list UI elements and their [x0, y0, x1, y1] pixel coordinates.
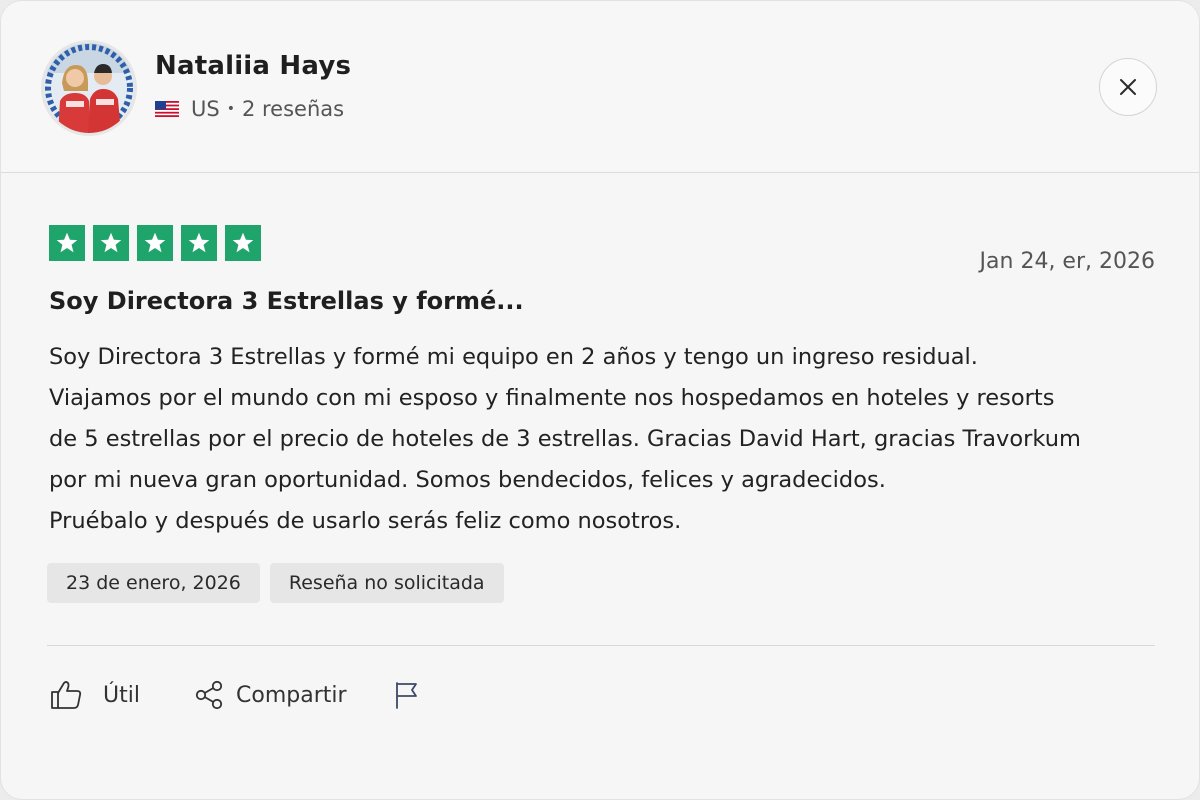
flag-icon [396, 682, 417, 709]
reviewer-meta: US • 2 reseñas [155, 97, 344, 121]
reviewer-name[interactable]: Nataliia Hays [155, 51, 351, 81]
share-button[interactable]: Compartir [194, 673, 347, 717]
experience-date-chip: 23 de enero, 2026 [47, 563, 260, 603]
share-icon [195, 680, 223, 710]
review-chips: 23 de enero, 2026 Reseña no solicitada [47, 563, 514, 603]
unprompted-review-badge: Reseña no solicitada [269, 563, 504, 603]
useful-button[interactable]: Útil [49, 673, 140, 717]
share-label: Compartir [236, 682, 347, 708]
review-body-line: Pruébalo y después de usarlo serás feliz… [49, 508, 682, 534]
useful-label: Útil [103, 682, 140, 708]
reviewer-avatar[interactable] [41, 40, 137, 136]
review-body: Soy Directora 3 Estrellas y formé mi equ… [49, 337, 1189, 542]
star-icon [49, 225, 85, 261]
review-date: Jan 24, er, 2026 [979, 249, 1155, 274]
us-flag-icon [155, 101, 179, 117]
report-button[interactable] [394, 673, 420, 717]
close-button[interactable] [1099, 58, 1157, 116]
reviewer-header: Nataliia Hays US • 2 reseñas [1, 1, 1199, 173]
divider [47, 645, 1155, 646]
thumbs-up-icon [51, 681, 82, 709]
star-icon [93, 225, 129, 261]
reviewer-review-count: 2 reseñas [241, 97, 345, 121]
reviewer-photo [44, 43, 134, 133]
meta-separator: • [226, 101, 235, 117]
reviewer-country: US [191, 97, 220, 121]
star-icon [181, 225, 217, 261]
close-icon [1120, 79, 1136, 95]
review-body-line: por mi nueva gran oportunidad. Somos ben… [49, 467, 886, 493]
review-body-line: de 5 estrellas por el precio de hoteles … [49, 426, 1081, 452]
star-icon [137, 225, 173, 261]
review-card: Nataliia Hays US • 2 reseñas Jan 24, er,… [0, 0, 1200, 800]
review-body-line: Soy Directora 3 Estrellas y formé mi equ… [49, 344, 978, 370]
star-icon [225, 225, 261, 261]
review-title: Soy Directora 3 Estrellas y formé... [49, 287, 524, 315]
review-body-line: Viajamos por el mundo con mi esposo y fi… [49, 385, 1055, 411]
star-rating [49, 225, 261, 261]
